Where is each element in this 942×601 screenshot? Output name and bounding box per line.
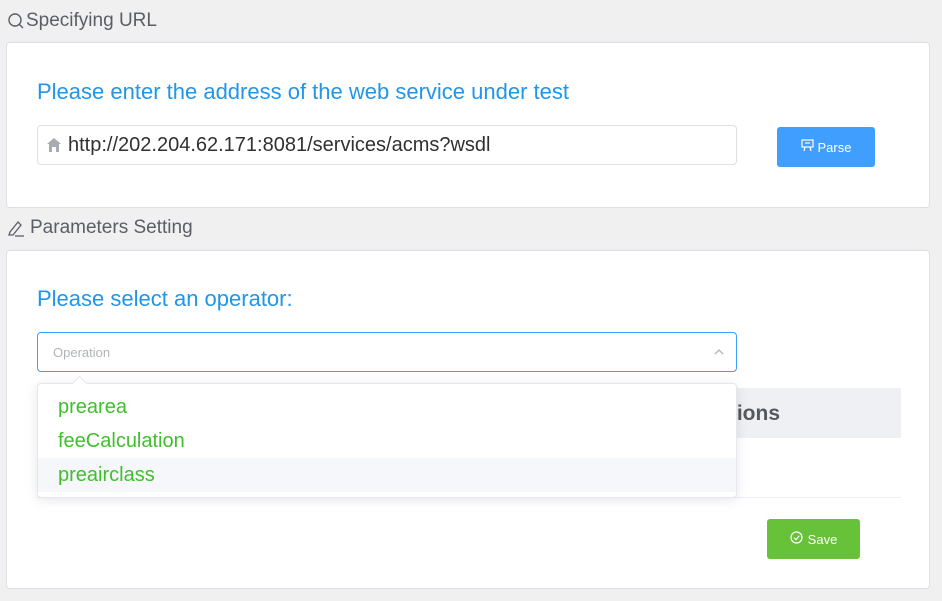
parse-icon: [800, 139, 814, 155]
dropdown-option-prearea[interactable]: prearea: [38, 390, 736, 424]
url-prompt: Please enter the address of the web serv…: [37, 79, 569, 104]
search-icon: [6, 11, 26, 31]
edit-icon: [6, 218, 26, 238]
chevron-up-icon: [712, 345, 726, 359]
dropdown-option-feecalculation[interactable]: feeCalculation: [38, 424, 736, 458]
url-input[interactable]: http://202.204.62.171:8081/services/acms…: [37, 125, 737, 165]
dropdown-option-preairclass[interactable]: preairclass: [38, 458, 736, 492]
check-circle-icon: [790, 531, 803, 547]
specifying-url-header: Specifying URL: [6, 10, 157, 32]
parameters-setting-title: Parameters Setting: [30, 217, 193, 238]
url-value: http://202.204.62.171:8081/services/acms…: [68, 133, 491, 156]
home-icon: [46, 137, 62, 153]
operation-select[interactable]: Operation: [37, 332, 737, 372]
save-label: Save: [807, 531, 838, 547]
operation-placeholder: Operation: [53, 344, 111, 360]
operation-dropdown: prearea feeCalculation preairclass: [37, 375, 737, 498]
save-button[interactable]: Save: [767, 519, 860, 559]
parse-button[interactable]: Parse: [777, 127, 875, 167]
operator-prompt: Please select an operator:: [37, 286, 293, 311]
parameters-setting-header: Parameters Setting: [6, 217, 193, 239]
table-header-label: ions: [736, 402, 780, 425]
specifying-url-title: Specifying URL: [26, 10, 157, 31]
url-card: Please enter the address of the web serv…: [6, 42, 930, 208]
parse-label: Parse: [817, 139, 852, 155]
